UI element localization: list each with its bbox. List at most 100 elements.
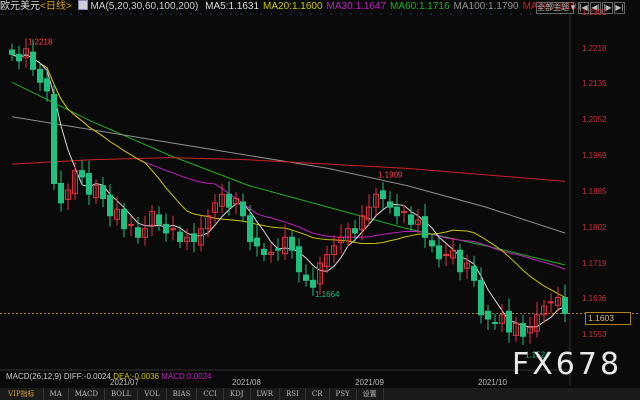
candle-body (422, 216, 428, 238)
candle-body (163, 223, 169, 234)
price-annotation: 1.1909 (378, 171, 403, 180)
price-tick: 1.2052 (582, 115, 607, 125)
candle-body (506, 310, 512, 333)
ma20-line (11, 53, 566, 298)
candlestick-chart[interactable]: 1.22181.16641.19091.1524 (0, 0, 640, 400)
candle-body (9, 49, 15, 55)
candle-body (135, 227, 141, 238)
candle-body (100, 185, 106, 200)
indicator-tab[interactable]: BIAS (167, 388, 198, 400)
price-tick: 1.1636 (582, 294, 607, 304)
chart-window: 1.2218 1.1664 1.1909 1.1524 欧元美元<日线> MA(5,2… (0, 0, 640, 400)
candle-body (296, 246, 302, 273)
indicator-tab[interactable]: VIP指标 (0, 388, 44, 400)
indicator-bar: 欧元美元<日线> MA(5,20,30,60,100,200) MA5:1.16… (0, 0, 640, 14)
current-price-label: 1.1603 (585, 312, 631, 325)
indicator-tab[interactable]: LWR (251, 388, 281, 400)
date-label: 2021/07 (110, 378, 139, 387)
candle-body (30, 51, 36, 70)
candle-body (310, 279, 316, 288)
candle-body (394, 206, 400, 217)
price-tick: 1.1802 (582, 222, 607, 232)
candle-body (436, 245, 442, 260)
indicator-tab[interactable]: VOL (138, 388, 167, 400)
indicator-tab[interactable]: BOLL (105, 388, 139, 400)
candle-body (37, 68, 43, 83)
candle-body (562, 297, 568, 314)
ma-legend-item: MA5:1.1631 (205, 1, 260, 12)
date-label: 2021/09 (355, 378, 384, 387)
candle-body (58, 182, 64, 204)
candle-body (380, 190, 386, 200)
candle-body (51, 93, 57, 184)
candle-body (485, 310, 491, 320)
candle-body (289, 236, 295, 251)
candle-body (492, 322, 498, 325)
ma200-line (11, 157, 566, 182)
period-label[interactable]: <日线> (40, 1, 72, 12)
theme-dropdown[interactable]: 全部主题▼ (536, 2, 577, 14)
candle-body (387, 201, 393, 208)
macd-legend: MACD(26,12,9) DIFF:-0.0024 DEA:-0.0036 M… (6, 372, 211, 381)
symbol-label: 欧元美元 (0, 1, 40, 12)
candle-body (191, 233, 197, 243)
candle-body (177, 231, 183, 243)
indicator-tab[interactable]: 设置 (357, 388, 384, 400)
indicator-tab[interactable]: CCI (197, 388, 224, 400)
candle-body (156, 214, 162, 225)
candle-body (471, 266, 477, 281)
candle-body (240, 201, 246, 217)
price-tick: 1.2218 (582, 43, 607, 53)
candle-body (275, 248, 281, 251)
indicator-tab[interactable]: CR (306, 388, 330, 400)
price-tick: 1.1885 (582, 187, 607, 197)
candle-body (401, 210, 407, 213)
settings-icon[interactable] (78, 0, 89, 10)
candle-body (128, 223, 134, 226)
candle-body (121, 208, 127, 230)
candle-body (352, 228, 358, 234)
indicator-tab[interactable]: MA (44, 388, 69, 400)
macd-diff: DIFF:-0.0024 (63, 372, 111, 381)
candle-body (86, 173, 92, 195)
candle-body (478, 279, 484, 316)
candle-body (261, 248, 267, 256)
ma-legend-item: MA20:1.1600 (263, 1, 323, 12)
ma-legend-item: MA60:1.1716 (390, 1, 450, 12)
price-tick: 1.2301 (582, 8, 607, 17)
candle-body (429, 240, 435, 247)
indicator-tab[interactable]: KDJ (224, 388, 251, 400)
indicator-tab[interactable]: MACD (69, 388, 105, 400)
price-tick: 1.2135 (582, 79, 607, 89)
macd-label: MACD(26,12,9) (6, 372, 62, 381)
candle-body (408, 214, 414, 225)
candle-body (548, 301, 554, 304)
ma-legend-item: MA30:1.1647 (326, 1, 387, 12)
ma-params: MA(5,20,30,60,100,200) (90, 1, 199, 12)
candle-body (170, 228, 176, 231)
indicator-tabs: VIP指标 MA MACD BOLL VOL BIAS CCI KDJ LWR RSI CR PSY 设… (0, 388, 640, 400)
fx678-watermark: FX678 (512, 347, 623, 382)
macd-value: MACD:0.0024 (161, 372, 212, 381)
date-label: 2021/08 (232, 378, 261, 387)
candle-body (303, 274, 309, 281)
indicator-tab[interactable]: PSY (330, 388, 357, 400)
date-label: 2021/10 (478, 378, 507, 387)
candle-body (520, 322, 526, 337)
price-annotation: 1.1664 (315, 290, 340, 299)
candle-body (457, 249, 463, 273)
candle-body (16, 53, 22, 62)
candle-body (247, 215, 253, 243)
indicator-tab[interactable]: RSI (280, 388, 306, 400)
price-tick: 1.1553 (582, 330, 607, 339)
candle-body (44, 78, 50, 92)
price-tick: 1.1969 (582, 150, 607, 160)
candle-body (443, 254, 449, 256)
candle-body (79, 170, 85, 178)
price-axis: 1.2301 1.2218 1.2135 1.2052 1.1969 1.1885 1.18… (570, 0, 640, 385)
price-tick: 1.1719 (582, 258, 607, 268)
candle-body (107, 194, 113, 217)
candle-body (226, 193, 232, 208)
candle-body (254, 237, 260, 247)
price-annotation: 1.2218 (28, 38, 53, 47)
